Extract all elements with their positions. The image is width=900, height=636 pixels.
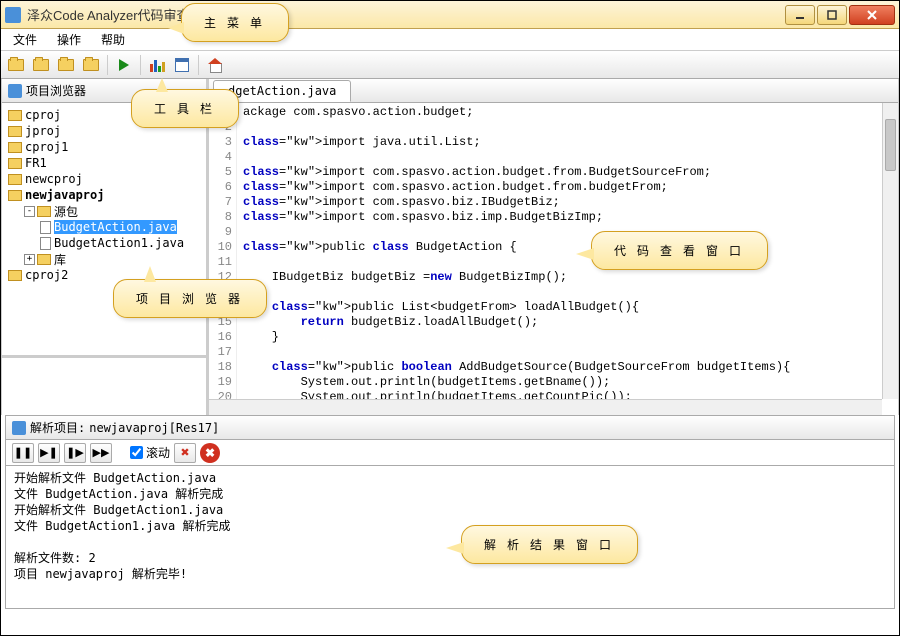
scroll-checkbox[interactable] bbox=[130, 446, 143, 459]
menubar: 文件 操作 帮助 bbox=[1, 29, 899, 51]
project-browser-panel: 项目浏览器 cproj jproj cproj1 FR1 newcproj newjava… bbox=[1, 79, 209, 415]
callout-project-browser: 项 目 浏 览 器 bbox=[113, 279, 267, 318]
lib-icon bbox=[37, 254, 51, 265]
tree-toggle[interactable]: - bbox=[24, 206, 35, 217]
calendar-icon bbox=[175, 58, 189, 72]
console-title-prefix: 解析项目: bbox=[30, 419, 85, 436]
console-scroll-toggle[interactable]: 滚动 bbox=[130, 444, 170, 461]
panel-title: 项目浏览器 bbox=[26, 82, 86, 99]
tree-item[interactable]: - 源包 bbox=[4, 203, 204, 219]
console-title-value: newjavaproj[Res17] bbox=[89, 421, 219, 435]
proj-icon bbox=[8, 158, 22, 169]
line-gutter: 1234567891011121314151617181920212223 bbox=[209, 103, 237, 415]
close-button[interactable] bbox=[849, 5, 895, 25]
proj-icon bbox=[8, 174, 22, 185]
tree-item[interactable]: BudgetAction1.java bbox=[4, 235, 204, 251]
tree-label: 源包 bbox=[54, 203, 78, 220]
scroll-label: 滚动 bbox=[146, 444, 170, 461]
file-icon bbox=[40, 221, 51, 234]
minimize-button[interactable] bbox=[785, 5, 815, 25]
tree-label: cproj2 bbox=[25, 268, 68, 282]
tree-item[interactable]: cproj1 bbox=[4, 139, 204, 155]
console-panel: 解析项目: newjavaproj[Res17] ❚❚ ▶❚ ❚▶ ▶▶ 滚动 … bbox=[5, 415, 895, 609]
maximize-button[interactable] bbox=[817, 5, 847, 25]
vertical-scrollbar[interactable] bbox=[882, 103, 898, 399]
folder-icon bbox=[33, 59, 49, 71]
toolbar-calendar[interactable] bbox=[171, 54, 193, 76]
separator bbox=[198, 55, 199, 75]
tree-item[interactable]: FR1 bbox=[4, 155, 204, 171]
console-stop-button[interactable]: ✖ bbox=[200, 443, 220, 463]
console-pause-button[interactable]: ❚❚ bbox=[12, 443, 34, 463]
tree-label: BudgetAction.java bbox=[54, 220, 177, 234]
window-title: 泽众Code Analyzer代码审查 bbox=[27, 5, 785, 24]
panel-icon bbox=[8, 84, 22, 98]
toolbar-open4[interactable] bbox=[80, 54, 102, 76]
console-step1-button[interactable]: ▶❚ bbox=[38, 443, 60, 463]
home-icon bbox=[208, 58, 222, 72]
tree-label: newjavaproj bbox=[25, 188, 104, 202]
separator bbox=[140, 55, 141, 75]
console-clear-button[interactable]: ✖ bbox=[174, 443, 196, 463]
tree-label: cproj1 bbox=[25, 140, 68, 154]
callout-code-view: 代 码 查 看 窗 口 bbox=[591, 231, 768, 270]
tree-label: jproj bbox=[25, 124, 61, 138]
tree-label: FR1 bbox=[25, 156, 47, 170]
toolbar bbox=[1, 51, 899, 79]
code-area[interactable]: 1234567891011121314151617181920212223 ac… bbox=[209, 103, 898, 415]
toolbar-run[interactable] bbox=[113, 54, 135, 76]
console-step2-button[interactable]: ❚▶ bbox=[64, 443, 86, 463]
proj-icon bbox=[8, 190, 22, 201]
toolbar-open3[interactable] bbox=[55, 54, 77, 76]
console-icon bbox=[12, 421, 26, 435]
tree-label: BudgetAction1.java bbox=[54, 236, 184, 250]
toolbar-home[interactable] bbox=[204, 54, 226, 76]
folder-icon bbox=[8, 59, 24, 71]
editor-tabs: dgetAction.java bbox=[209, 79, 898, 103]
console-output[interactable]: 开始解析文件 BudgetAction.java文件 BudgetAction.… bbox=[6, 466, 894, 608]
callout-result-view: 解 析 结 果 窗 口 bbox=[461, 525, 638, 564]
callout-main-menu: 主 菜 单 bbox=[181, 3, 289, 42]
titlebar: 泽众Code Analyzer代码审查 bbox=[1, 1, 899, 29]
console-skip-button[interactable]: ▶▶ bbox=[90, 443, 112, 463]
folder-icon bbox=[83, 59, 99, 71]
tree-item[interactable]: BudgetAction.java bbox=[4, 219, 204, 235]
proj-icon bbox=[8, 142, 22, 153]
menu-file[interactable]: 文件 bbox=[7, 29, 43, 50]
proj-icon bbox=[8, 110, 22, 121]
toolbar-open2[interactable] bbox=[30, 54, 52, 76]
tree-label: cproj bbox=[25, 108, 61, 122]
menu-help[interactable]: 帮助 bbox=[95, 29, 131, 50]
pkg-icon bbox=[37, 206, 51, 217]
separator bbox=[107, 55, 108, 75]
sidebar-secondary-panel bbox=[2, 355, 206, 415]
console-toolbar: ❚❚ ▶❚ ❚▶ ▶▶ 滚动 ✖ ✖ bbox=[6, 440, 894, 466]
tree-item[interactable]: +库 bbox=[4, 251, 204, 267]
proj-icon bbox=[8, 126, 22, 137]
toolbar-chart[interactable] bbox=[146, 54, 168, 76]
tree-toggle[interactable]: + bbox=[24, 254, 35, 265]
chart-icon bbox=[150, 58, 165, 72]
tree-item[interactable]: newcproj bbox=[4, 171, 204, 187]
tree-item[interactable]: newjavaproj bbox=[4, 187, 204, 203]
console-header: 解析项目: newjavaproj[Res17] bbox=[6, 416, 894, 440]
tree-label: 库 bbox=[54, 251, 66, 268]
file-icon bbox=[40, 237, 51, 250]
tree-label: newcproj bbox=[25, 172, 83, 186]
menu-action[interactable]: 操作 bbox=[51, 29, 87, 50]
callout-toolbar: 工 具 栏 bbox=[131, 89, 239, 128]
play-icon bbox=[119, 59, 129, 71]
horizontal-scrollbar[interactable] bbox=[209, 399, 882, 415]
app-icon bbox=[5, 7, 21, 23]
folder-icon bbox=[58, 59, 74, 71]
proj-icon bbox=[8, 270, 22, 281]
code-content[interactable]: ackage com.spasvo.action.budget; class="… bbox=[237, 103, 898, 415]
code-editor-panel: dgetAction.java 123456789101112131415161… bbox=[209, 79, 899, 415]
toolbar-open1[interactable] bbox=[5, 54, 27, 76]
